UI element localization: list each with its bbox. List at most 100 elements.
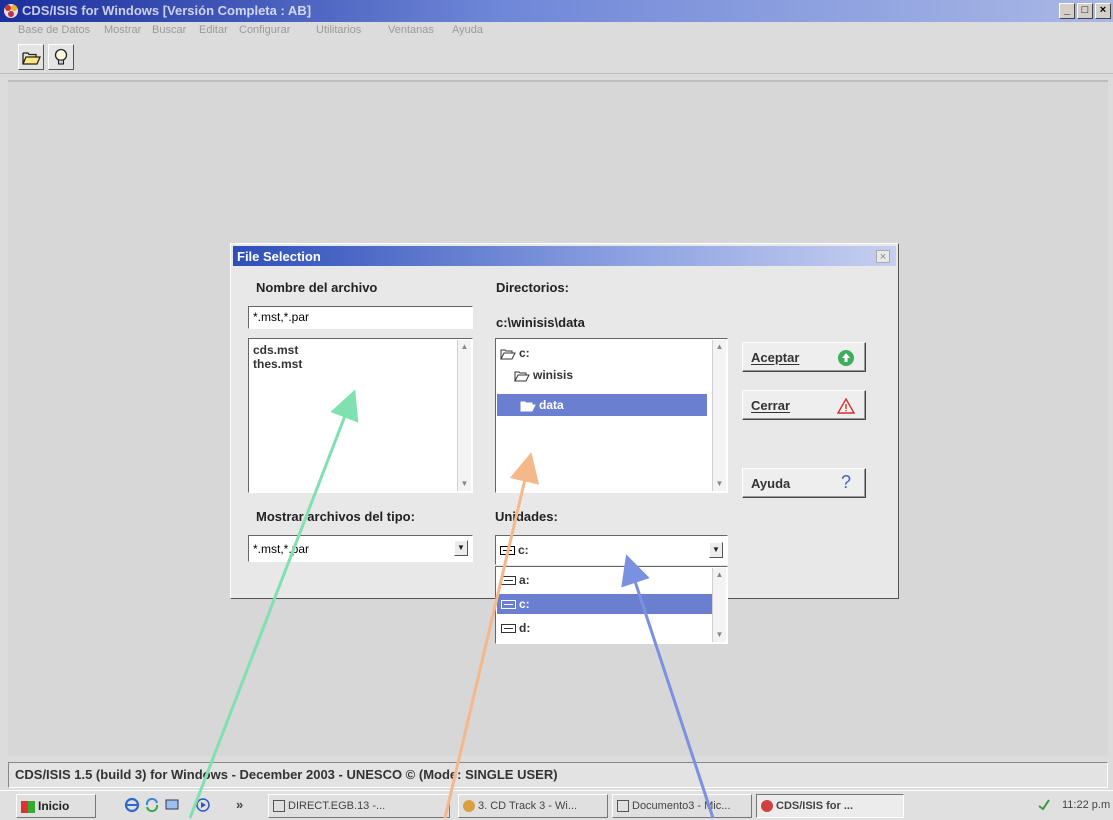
current-path: c:\winisis\data [496,315,585,330]
task-direct-egb[interactable]: DIRECT.EGB.13 -... [268,794,450,818]
file-list-item[interactable]: thes.mst [253,357,302,371]
directory-item-data[interactable]: data [497,394,707,416]
menu-utilities[interactable]: Utilitarios [316,24,361,36]
floppy-drive-icon [501,576,516,586]
directory-list-scrollbar[interactable]: ▲ ▼ [712,340,726,491]
directory-item-label: data [539,398,564,412]
filename-input[interactable]: *.mst,*.par [248,306,473,329]
dialog-title-bar: File Selection × [233,246,896,266]
directories-label: Directorios: [496,280,569,295]
filename-label: Nombre del archivo [256,280,378,295]
cd-audio-icon [463,800,475,813]
start-button[interactable]: Inicio [16,794,96,818]
menu-search[interactable]: Buscar [152,24,186,36]
taskbar-more-button[interactable]: » [232,794,254,818]
app-title-bar: CDS/ISIS for Windows [Versión Completa :… [0,0,1113,22]
menu-edit[interactable]: Editar [199,24,228,36]
menu-windows[interactable]: Ventanas [388,24,434,36]
drive-list-scrollbar[interactable]: ▲ ▼ [712,568,726,642]
dialog-title: File Selection [237,249,321,264]
media-player-icon[interactable] [195,797,211,813]
open-folder-icon [22,52,41,65]
light-bulb-icon [54,48,68,65]
go-arrow-icon [838,350,854,366]
dialog-close-button[interactable]: × [876,250,890,263]
open-folder-icon [500,349,516,360]
refresh-icon[interactable] [144,797,160,813]
menu-configure[interactable]: Configurar [239,24,290,36]
open-database-button[interactable] [18,44,44,70]
drive-option-label: c: [519,597,530,611]
taskbar: Inicio » DIRECT.EGB.13 -... 3. CD Track … [0,790,1113,820]
directory-item-label: winisis [533,368,574,382]
drive-option-label: d: [519,621,531,635]
scroll-down-icon[interactable]: ▼ [713,477,726,491]
status-text: CDS/ISIS 1.5 (build 3) for Windows - Dec… [15,767,558,782]
drive-option-c[interactable]: c: [497,594,726,614]
task-label: 3. CD Track 3 - Wi... [478,800,578,812]
file-list-item[interactable]: cds.mst [253,343,298,357]
word-document-icon [617,800,629,813]
tray-checkmark-icon[interactable] [1036,797,1052,813]
drive-option-d[interactable]: d: [497,618,711,638]
open-folder-icon [520,401,536,412]
task-label: CDS/ISIS for ... [776,800,854,812]
drive-icon [500,546,515,556]
scroll-up-icon[interactable]: ▲ [713,568,726,582]
task-documento3[interactable]: Documento3 - Mic... [612,794,752,818]
menu-display[interactable]: Mostrar [104,24,141,36]
directory-item-c[interactable]: c: [500,342,700,364]
close-dialog-button-label: Cerrar [751,398,791,413]
close-button[interactable]: × [1095,3,1111,19]
menu-database[interactable]: Base de Datos [18,24,90,36]
task-cds-isis[interactable]: CDS/ISIS for ... [756,794,904,818]
warning-icon [837,397,855,414]
filetype-select[interactable]: *.mst,*.par ▼ [248,535,473,562]
help-button-label: Ayuda [751,476,791,491]
task-label: Documento3 - Mic... [632,800,731,812]
drive-select[interactable]: c: ▼ [495,535,728,565]
accept-button[interactable]: Aceptar [742,342,866,372]
drive-option-label: a: [519,573,530,587]
drive-dropdown-list[interactable]: a: c: d: ▲ ▼ [495,566,728,644]
directory-item-label: c: [519,346,530,360]
directory-item-winisis[interactable]: winisis [514,364,704,386]
task-label: DIRECT.EGB.13 -... [288,800,386,812]
hard-drive-icon [501,600,516,610]
drive-value: c: [518,543,529,557]
task-cd-track[interactable]: 3. CD Track 3 - Wi... [458,794,608,818]
open-folder-icon [514,371,530,382]
scroll-up-icon[interactable]: ▲ [713,340,726,354]
minimize-button[interactable]: _ [1059,3,1075,19]
filetype-label: Mostrar archivos del tipo: [256,509,415,524]
internet-explorer-icon[interactable] [124,797,140,813]
taskbar-clock: 11:22 p.m. [1062,799,1110,811]
chevron-down-icon[interactable]: ▼ [709,542,723,558]
tip-button[interactable] [48,44,74,70]
file-selection-dialog: File Selection × Nombre del archivo *.ms… [230,243,899,599]
menu-help[interactable]: Ayuda [452,24,483,36]
toolbar [0,40,1113,74]
drive-option-a[interactable]: a: [497,570,711,590]
chevron-down-icon[interactable]: ▼ [454,540,468,556]
menu-bar: Base de Datos Mostrar Buscar Editar Conf… [0,22,1113,40]
app-logo-icon [761,800,773,813]
directory-list[interactable]: c: winisis data ▲ ▼ [495,338,728,493]
filetype-value: *.mst,*.par [253,542,310,556]
start-label: Inicio [38,799,70,813]
maximize-button[interactable]: □ [1077,3,1093,19]
file-list[interactable]: cds.mst thes.mst ▲ ▼ [248,338,473,493]
windows-logo-icon [21,800,35,813]
file-list-scrollbar[interactable]: ▲ ▼ [457,340,471,491]
help-button[interactable]: Ayuda ? [742,468,866,498]
scroll-up-icon[interactable]: ▲ [458,340,471,354]
scroll-down-icon[interactable]: ▼ [713,628,726,642]
accept-button-label: Aceptar [751,350,800,365]
drives-label: Unidades: [495,509,558,524]
close-dialog-button[interactable]: Cerrar [742,390,866,420]
document-icon [273,800,285,813]
status-bar: CDS/ISIS 1.5 (build 3) for Windows - Dec… [8,762,1108,788]
app-title: CDS/ISIS for Windows [Versión Completa :… [22,3,312,18]
scroll-down-icon[interactable]: ▼ [458,477,471,491]
desktop-icon[interactable] [164,797,180,813]
